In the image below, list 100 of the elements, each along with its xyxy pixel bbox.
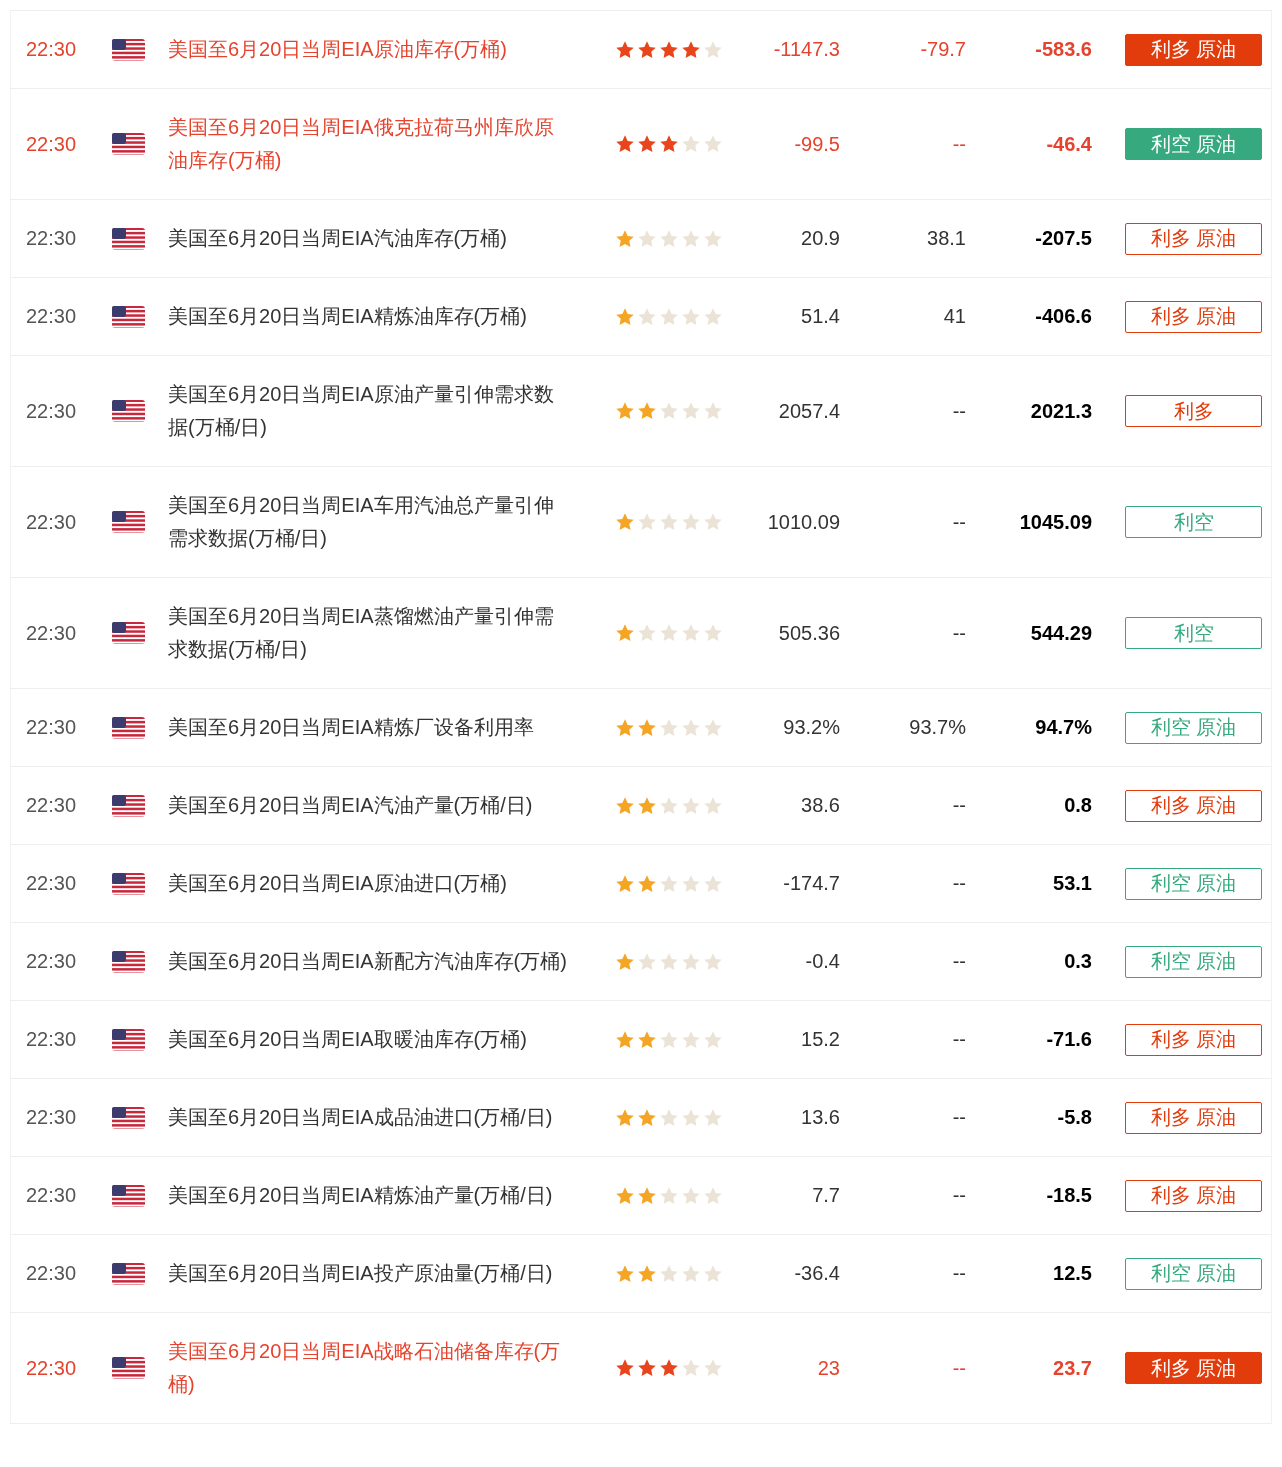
event-title[interactable]: 美国至6月20日当周EIA汽油产量(万桶/日) bbox=[168, 789, 573, 822]
impact-tag: 利空 原油 bbox=[1125, 711, 1262, 744]
empty-star-icon bbox=[637, 306, 657, 327]
actual-value: 15.2 bbox=[801, 1028, 840, 1051]
filled-star-icon bbox=[615, 512, 635, 532]
filled-star-icon bbox=[637, 134, 657, 154]
filled-star-icon bbox=[615, 39, 635, 60]
us-flag-icon bbox=[112, 716, 145, 739]
filled-star-icon bbox=[637, 873, 657, 894]
filled-star-icon bbox=[615, 623, 635, 643]
us-flag-icon bbox=[112, 1106, 145, 1129]
actual-value: -99.5 bbox=[794, 132, 840, 156]
filled-star-icon bbox=[615, 401, 635, 421]
event-time: 22:30 bbox=[26, 1184, 77, 1207]
empty-star-icon bbox=[681, 401, 701, 421]
forecast-value: -- bbox=[952, 132, 966, 156]
empty-star-icon bbox=[703, 1358, 723, 1378]
event-time: 22:30 bbox=[26, 1356, 77, 1380]
event-time: 22:30 bbox=[26, 227, 77, 250]
empty-star-icon bbox=[659, 401, 679, 421]
us-flag-icon bbox=[112, 622, 145, 644]
empty-star-icon bbox=[703, 1029, 723, 1050]
us-flag-icon bbox=[112, 305, 145, 328]
empty-star-icon bbox=[703, 39, 723, 60]
impact-tag: 利空 原油 bbox=[1125, 945, 1262, 978]
empty-star-icon bbox=[659, 623, 679, 643]
previous-value: -71.6 bbox=[1046, 1028, 1092, 1051]
event-title[interactable]: 美国至6月20日当周EIA投产原油量(万桶/日) bbox=[168, 1257, 573, 1290]
forecast-value: -- bbox=[952, 950, 966, 973]
actual-value: 93.2% bbox=[783, 716, 840, 739]
actual-value: 20.9 bbox=[801, 227, 840, 250]
filled-star-icon bbox=[637, 717, 657, 738]
event-time: 22:30 bbox=[26, 1028, 77, 1051]
forecast-value: 41 bbox=[943, 305, 966, 328]
us-flag-icon bbox=[112, 794, 145, 817]
impact-tag: 利多 原油 bbox=[1125, 1179, 1262, 1212]
impact-tag: 利空 原油 bbox=[1125, 867, 1262, 900]
empty-star-icon bbox=[681, 1358, 701, 1378]
empty-star-icon bbox=[637, 512, 657, 532]
us-flag-icon bbox=[112, 133, 145, 155]
event-title[interactable]: 美国至6月20日当周EIA新配方汽油库存(万桶) bbox=[168, 945, 573, 978]
event-time: 22:30 bbox=[26, 1106, 77, 1129]
filled-star-icon bbox=[637, 1029, 657, 1050]
empty-star-icon bbox=[681, 228, 701, 249]
empty-star-icon bbox=[681, 623, 701, 643]
filled-star-icon bbox=[637, 1358, 657, 1378]
filled-star-icon bbox=[615, 134, 635, 154]
empty-star-icon bbox=[659, 306, 679, 327]
event-time: 22:30 bbox=[26, 399, 77, 423]
event-title[interactable]: 美国至6月20日当周EIA精炼厂设备利用率 bbox=[168, 711, 573, 744]
empty-star-icon bbox=[659, 873, 679, 894]
filled-star-icon bbox=[615, 1107, 635, 1128]
event-title[interactable]: 美国至6月20日当周EIA俄克拉荷马州库欣原油库存(万桶) bbox=[168, 111, 573, 177]
empty-star-icon bbox=[703, 401, 723, 421]
filled-star-icon bbox=[615, 1263, 635, 1284]
event-title[interactable]: 美国至6月20日当周EIA取暖油库存(万桶) bbox=[168, 1023, 573, 1056]
event-title[interactable]: 美国至6月20日当周EIA原油进口(万桶) bbox=[168, 867, 573, 900]
event-title[interactable]: 美国至6月20日当周EIA车用汽油总产量引伸需求数据(万桶/日) bbox=[168, 489, 573, 555]
impact-tag: 利多 原油 bbox=[1125, 1101, 1262, 1134]
forecast-value: -79.7 bbox=[920, 38, 966, 61]
empty-star-icon bbox=[703, 1263, 723, 1284]
event-title[interactable]: 美国至6月20日当周EIA原油库存(万桶) bbox=[168, 33, 573, 66]
event-title[interactable]: 美国至6月20日当周EIA汽油库存(万桶) bbox=[168, 222, 573, 255]
actual-value: -1147.3 bbox=[773, 38, 840, 61]
event-title[interactable]: 美国至6月20日当周EIA蒸馏燃油产量引伸需求数据(万桶/日) bbox=[168, 600, 573, 666]
empty-star-icon bbox=[703, 717, 723, 738]
empty-star-icon bbox=[681, 951, 701, 972]
previous-value: -207.5 bbox=[1035, 227, 1092, 250]
filled-star-icon bbox=[659, 1358, 679, 1378]
impact-tag: 利空 bbox=[1125, 506, 1262, 538]
event-time: 22:30 bbox=[26, 510, 77, 534]
impact-tag: 利空 原油 bbox=[1125, 128, 1262, 160]
actual-value: 2057.4 bbox=[778, 399, 840, 423]
actual-value: -174.7 bbox=[783, 872, 840, 895]
event-time: 22:30 bbox=[26, 305, 77, 328]
us-flag-icon bbox=[112, 1262, 145, 1285]
impact-tag: 利空 bbox=[1125, 617, 1262, 649]
actual-value: 51.4 bbox=[801, 305, 840, 328]
actual-value: 38.6 bbox=[801, 794, 840, 817]
filled-star-icon bbox=[615, 951, 635, 972]
event-title[interactable]: 美国至6月20日当周EIA精炼油库存(万桶) bbox=[168, 300, 573, 333]
filled-star-icon bbox=[615, 795, 635, 816]
empty-star-icon bbox=[659, 795, 679, 816]
event-title[interactable]: 美国至6月20日当周EIA战略石油储备库存(万桶) bbox=[168, 1335, 573, 1401]
empty-star-icon bbox=[637, 623, 657, 643]
empty-star-icon bbox=[703, 1107, 723, 1128]
previous-value: -46.4 bbox=[1046, 132, 1092, 156]
filled-star-icon bbox=[659, 134, 679, 154]
event-title[interactable]: 美国至6月20日当周EIA原油产量引伸需求数据(万桶/日) bbox=[168, 378, 573, 444]
previous-value: 2021.3 bbox=[1030, 399, 1092, 423]
filled-star-icon bbox=[637, 795, 657, 816]
empty-star-icon bbox=[703, 228, 723, 249]
us-flag-icon bbox=[112, 400, 145, 422]
event-title[interactable]: 美国至6月20日当周EIA精炼油产量(万桶/日) bbox=[168, 1179, 573, 1212]
event-title[interactable]: 美国至6月20日当周EIA成品油进口(万桶/日) bbox=[168, 1101, 573, 1134]
empty-star-icon bbox=[637, 951, 657, 972]
event-time: 22:30 bbox=[26, 872, 77, 895]
empty-star-icon bbox=[703, 795, 723, 816]
empty-star-icon bbox=[681, 795, 701, 816]
forecast-value: -- bbox=[952, 1262, 966, 1285]
